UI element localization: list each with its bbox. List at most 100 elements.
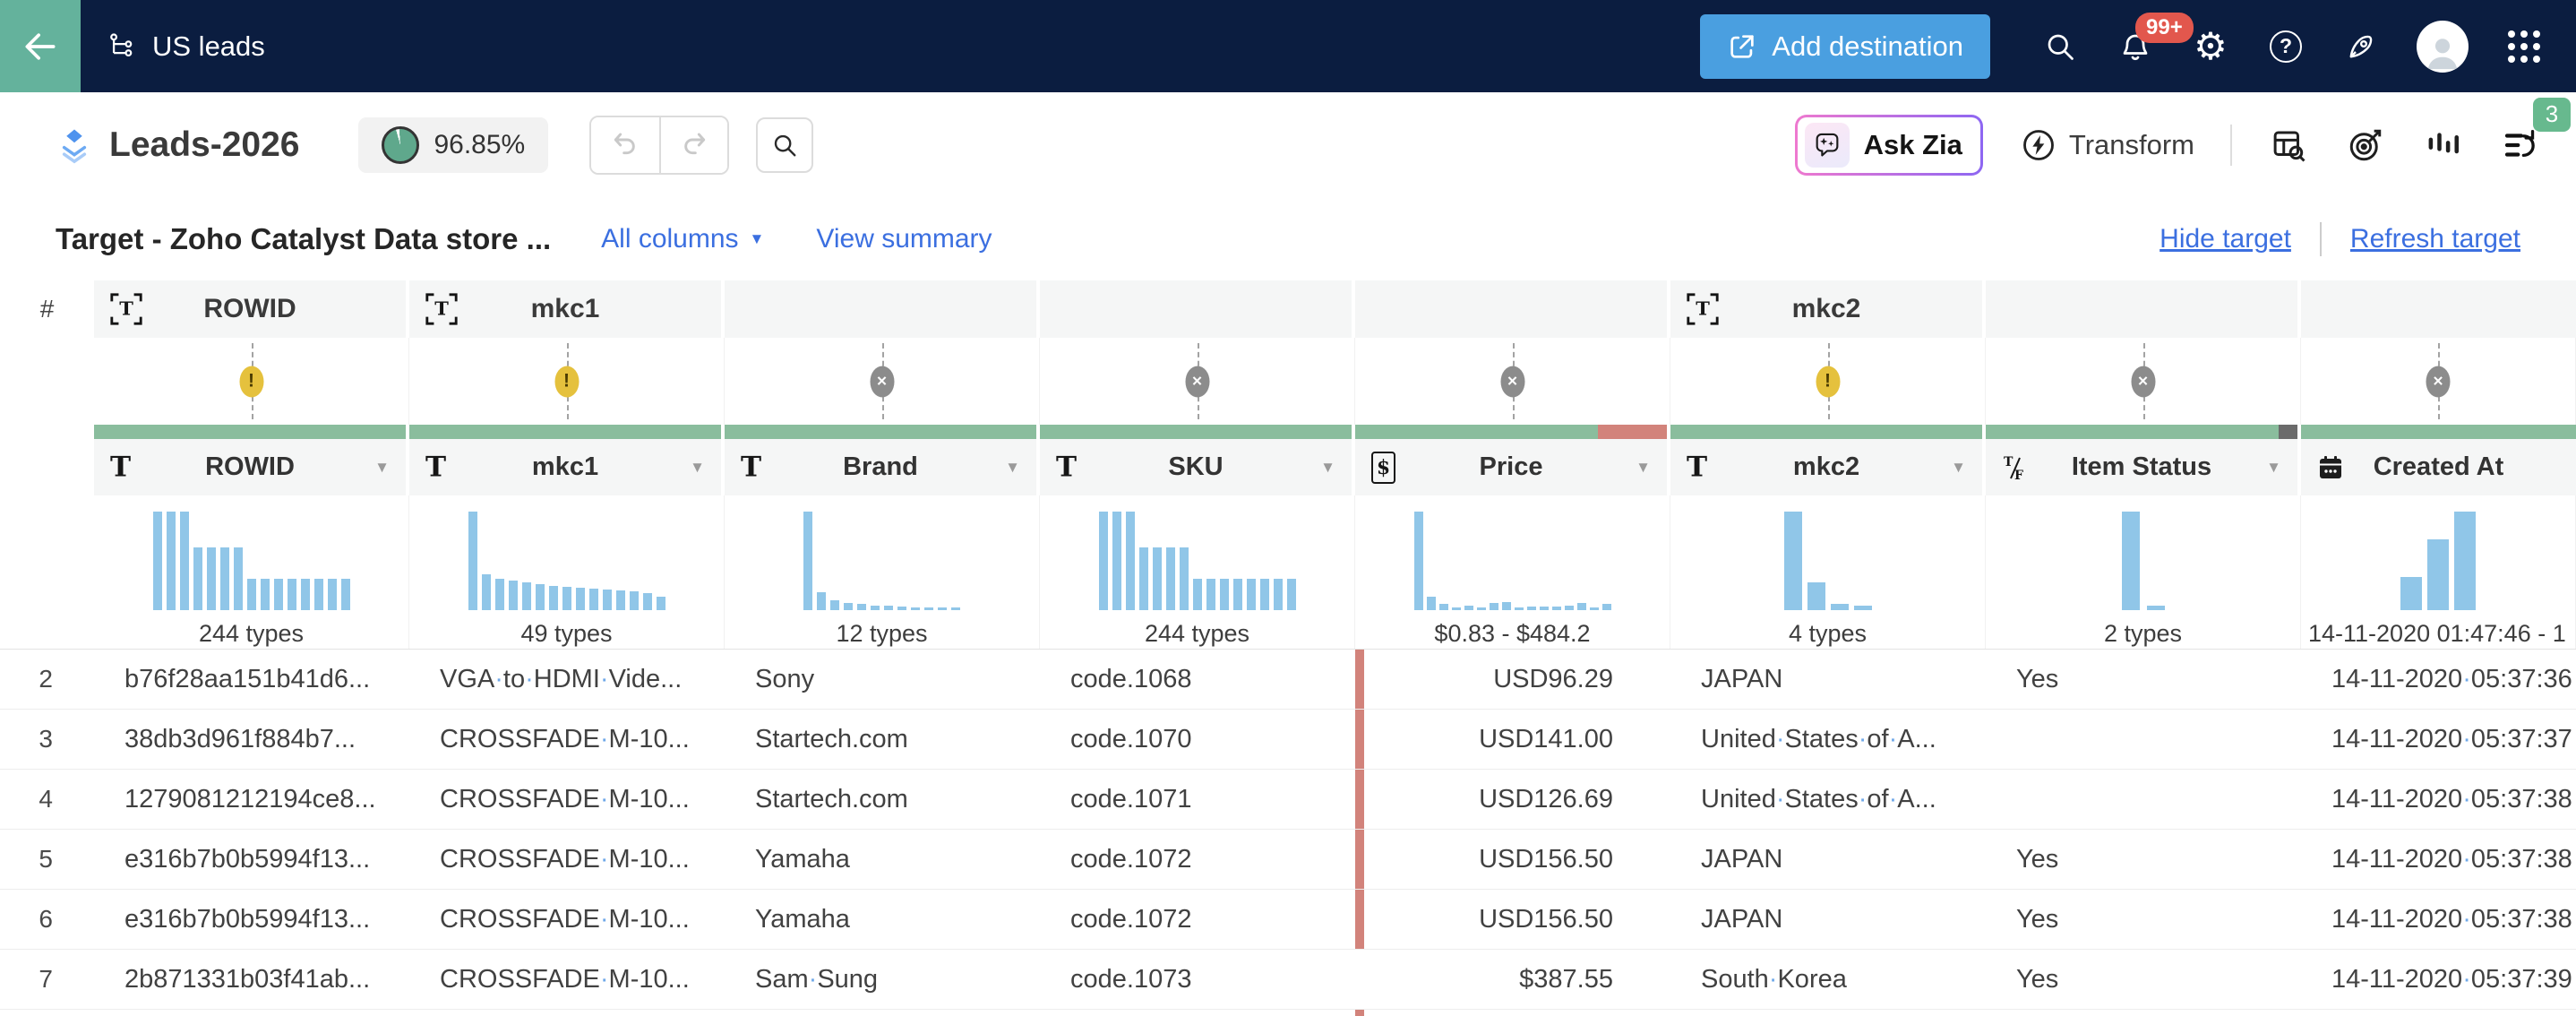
cell-mkc1[interactable] [409,1010,725,1016]
warning-icon[interactable]: ! [554,366,579,397]
cell-mkc2[interactable] [1670,1010,1986,1016]
column-quality-bar[interactable] [409,425,725,439]
cell-created-at[interactable]: 14-11-2020·05:37:37 [2301,710,2576,769]
column-menu-arrow[interactable]: ▼ [1005,459,1020,477]
cell-item-status[interactable] [1986,1010,2301,1016]
column-quality-bar[interactable] [725,425,1040,439]
undo-button[interactable] [591,117,659,173]
add-destination-button[interactable]: Add destination [1700,14,1990,79]
cell-rowid[interactable]: e316b7b0b5994f13... [94,890,409,949]
not-mapped-icon[interactable]: ✕ [1185,366,1209,397]
all-columns-dropdown[interactable]: All columns ▼ [601,224,764,254]
column-histogram[interactable]: 4 types [1670,495,1986,649]
not-mapped-icon[interactable]: ✕ [2131,366,2155,397]
view-summary-link[interactable]: View summary [816,224,992,254]
column-quality-bar[interactable] [1040,425,1355,439]
cell-price[interactable]: USD141.00 [1355,710,1670,769]
column-histogram[interactable]: 49 types [409,495,725,649]
column-histogram[interactable]: 244 types [94,495,409,649]
column-quality-bar[interactable] [1986,425,2301,439]
cell-brand[interactable]: Startech.com [725,710,1040,769]
cell-rowid[interactable]: 2b871331b03f41ab... [94,950,409,1009]
rocket-icon[interactable] [2341,27,2381,66]
not-mapped-icon[interactable]: ✕ [870,366,894,397]
cell-item-status[interactable]: Yes [1986,830,2301,889]
cell-brand[interactable]: Startech.com [725,770,1040,829]
not-mapped-icon[interactable]: ✕ [2426,366,2451,397]
column-stats-icon[interactable] [2422,125,2463,166]
cell-rowid[interactable]: 1279081212194ce8... [94,770,409,829]
data-quality-pill[interactable]: 96.85% [358,117,548,173]
cell-created-at[interactable] [2301,1010,2576,1016]
apps-grid-icon[interactable] [2508,30,2540,63]
column-menu-arrow[interactable]: ▼ [1636,459,1651,477]
refresh-target-link[interactable]: Refresh target [2350,224,2520,254]
cell-price[interactable]: USD156.50 [1355,830,1670,889]
column-histogram[interactable]: 12 types [725,495,1040,649]
cell-mkc2[interactable]: JAPAN [1670,890,1986,949]
cell-rowid[interactable]: b76f28aa151b41d6... [94,650,409,709]
cell-sku[interactable]: code.1070 [1040,710,1355,769]
cell-created-at[interactable]: 14-11-2020·05:37:39 [2301,950,2576,1009]
cell-brand[interactable]: Yamaha [725,890,1040,949]
cell-mkc1[interactable]: CROSSFADE·M-10... [409,830,725,889]
cell-created-at[interactable]: 14-11-2020·05:37:38 [2301,890,2576,949]
cell-mkc1[interactable]: CROSSFADE·M-10... [409,770,725,829]
cell-price[interactable]: $387.55 [1355,950,1670,1009]
search-data-button[interactable] [756,117,813,173]
not-mapped-icon[interactable]: ✕ [1500,366,1524,397]
target-goal-icon[interactable] [2345,125,2386,166]
cell-mkc1[interactable]: CROSSFADE·M-10... [409,890,725,949]
cell-rowid[interactable]: e316b7b0b5994f13... [94,830,409,889]
cell-sku[interactable]: code.1073 [1040,950,1355,1009]
cell-price[interactable]: USD156.50 [1355,890,1670,949]
cell-item-status[interactable] [1986,770,2301,829]
hide-target-link[interactable]: Hide target [2160,224,2291,254]
cell-created-at[interactable]: 14-11-2020·05:37:36 [2301,650,2576,709]
column-histogram[interactable]: $0.83 - $484.2 [1355,495,1670,649]
column-menu-arrow[interactable]: ▼ [2266,459,2281,477]
cell-price[interactable] [1355,1010,1670,1016]
column-header[interactable]: T SKU ▼ [1040,439,1355,495]
column-menu-arrow[interactable]: ▼ [1320,459,1335,477]
preview-table-icon[interactable] [2268,125,2309,166]
cell-sku[interactable]: code.1072 [1040,890,1355,949]
column-header[interactable]: Created At [2301,439,2576,495]
warning-icon[interactable]: ! [1816,366,1840,397]
cell-price[interactable]: USD96.29 [1355,650,1670,709]
gear-icon[interactable]: ⚙ [2191,27,2230,66]
column-header[interactable]: T mkc1 ▼ [409,439,725,495]
help-icon[interactable]: ? [2266,27,2306,66]
column-header[interactable]: $ Price ▼ [1355,439,1670,495]
column-histogram[interactable]: 244 types [1040,495,1355,649]
column-menu-arrow[interactable]: ▼ [690,459,705,477]
warning-icon[interactable]: ! [239,366,263,397]
column-menu-arrow[interactable]: ▼ [374,459,390,477]
back-button[interactable] [0,0,81,92]
column-histogram[interactable]: 14-11-2020 01:47:46 - 1 [2301,495,2576,649]
column-header[interactable]: TF Item Status ▼ [1986,439,2301,495]
column-header[interactable]: T ROWID ▼ [94,439,409,495]
cell-brand[interactable]: Sam·Sung [725,950,1040,1009]
cell-sku[interactable]: code.1072 [1040,830,1355,889]
cell-mkc1[interactable]: VGA·to·HDMI·Vide... [409,650,725,709]
cell-mkc2[interactable]: South·Korea [1670,950,1986,1009]
column-quality-bar[interactable] [1355,425,1670,439]
column-quality-bar[interactable] [1670,425,1986,439]
transform-button[interactable]: Transform [2021,127,2194,163]
column-quality-bar[interactable] [94,425,409,439]
cell-item-status[interactable]: Yes [1986,890,2301,949]
applied-steps-icon[interactable]: 3 [2499,125,2540,166]
column-header[interactable]: T Brand ▼ [725,439,1040,495]
cell-rowid[interactable]: 38db3d961f884b7... [94,710,409,769]
column-header[interactable]: T mkc2 ▼ [1670,439,1986,495]
column-histogram[interactable]: 2 types [1986,495,2301,649]
column-menu-arrow[interactable]: ▼ [1951,459,1966,477]
ask-zia-button[interactable]: Ask Zia [1795,115,1983,176]
cell-mkc2[interactable]: United·States·of·A... [1670,770,1986,829]
cell-item-status[interactable]: Yes [1986,950,2301,1009]
notifications-bell-icon[interactable]: 99+ [2116,27,2155,66]
cell-created-at[interactable]: 14-11-2020·05:37:38 [2301,830,2576,889]
cell-mkc1[interactable]: CROSSFADE·M-10... [409,950,725,1009]
cell-created-at[interactable]: 14-11-2020·05:37:38 [2301,770,2576,829]
